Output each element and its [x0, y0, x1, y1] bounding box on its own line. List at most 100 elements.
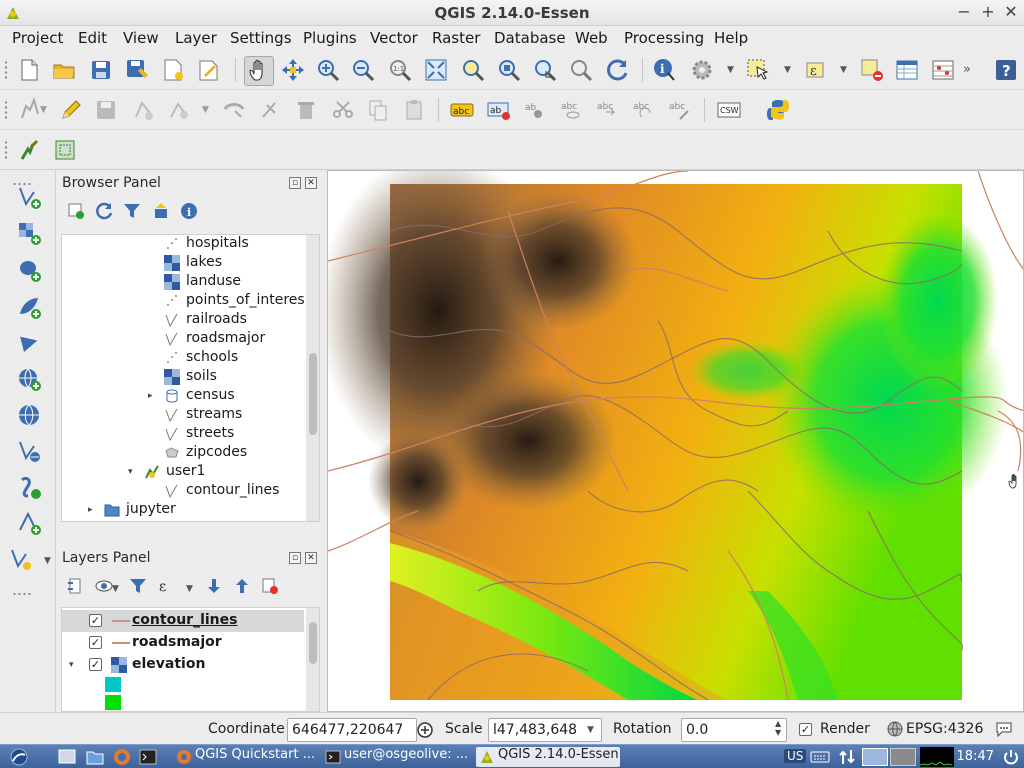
add-raster-layer-icon[interactable]	[16, 220, 42, 246]
layer-row-elevation[interactable]: ▾ ✓ elevation	[62, 654, 304, 676]
more-tools-chevron-icon[interactable]: »	[963, 62, 971, 77]
add-wms-layer-icon[interactable]	[16, 366, 42, 392]
filter-icon[interactable]	[122, 201, 142, 221]
expand-all-icon[interactable]	[204, 576, 224, 596]
pan-to-selection-icon[interactable]	[280, 57, 306, 83]
highlight-pinned-labels-icon[interactable]: ab	[486, 97, 512, 123]
expand-arrow-icon[interactable]: ▸	[88, 505, 93, 515]
run-feature-action-icon[interactable]	[689, 57, 715, 83]
zoom-to-selection-icon[interactable]	[460, 57, 486, 83]
menu-database[interactable]: Database	[494, 29, 566, 47]
layer-visibility-checkbox[interactable]: ✓	[89, 658, 102, 671]
menu-vector[interactable]: Vector	[370, 29, 418, 47]
map-canvas[interactable]	[327, 170, 1024, 712]
grass-tools-icon[interactable]	[17, 137, 43, 163]
close-panel-icon[interactable]: ✕	[305, 552, 317, 564]
node-tool-icon[interactable]	[221, 97, 247, 123]
chevron-down-icon[interactable]: ▼	[202, 105, 209, 115]
copy-features-icon[interactable]	[365, 97, 391, 123]
add-selected-layers-icon[interactable]	[66, 201, 86, 221]
chevron-down-icon[interactable]: ▼	[44, 556, 51, 566]
style-manager-icon[interactable]	[66, 576, 86, 596]
close-button[interactable]: ✕	[1002, 2, 1020, 22]
zoom-native-resolution-icon[interactable]: 1:1	[387, 57, 413, 83]
filter-legend-icon[interactable]	[128, 576, 148, 596]
layer-labeling-options-icon[interactable]: abc	[449, 97, 475, 123]
info-icon[interactable]: i	[179, 201, 199, 221]
select-by-expression-icon[interactable]: ε	[803, 57, 829, 83]
chevron-down-icon[interactable]: ▼	[112, 584, 119, 594]
rotate-label-icon[interactable]: abc	[630, 97, 656, 123]
projection-globe-icon[interactable]	[887, 721, 903, 737]
zoom-full-icon[interactable]	[423, 57, 449, 83]
move-label-icon[interactable]: abc	[594, 97, 620, 123]
menu-edit[interactable]: Edit	[78, 29, 107, 47]
new-project-icon[interactable]	[16, 57, 42, 83]
toolbar-grip[interactable]	[12, 592, 32, 596]
toggle-extents-icon[interactable]	[416, 721, 434, 739]
maximize-button[interactable]: +	[979, 2, 997, 22]
show-desktop-icon[interactable]	[58, 748, 76, 766]
taskbar-item-qgis-quickstart[interactable]: QGIS Quickstart ...	[173, 747, 317, 767]
add-spatialite-layer-icon[interactable]	[16, 294, 42, 320]
horizontal-scrollbar[interactable]	[62, 521, 306, 522]
collapse-all-icon[interactable]	[151, 201, 171, 221]
add-vector-layer-icon[interactable]	[16, 184, 42, 210]
scrollbar-thumb[interactable]	[309, 622, 317, 664]
crs-label[interactable]: EPSG:4326	[906, 721, 983, 737]
layer-row-roadsmajor[interactable]: ✓ roadsmajor	[62, 632, 304, 654]
terminal-icon[interactable]	[139, 748, 157, 766]
workspace-2-icon[interactable]	[890, 748, 916, 766]
expand-arrow-icon[interactable]: ▸	[148, 391, 153, 401]
new-layer-icon[interactable]	[8, 546, 34, 572]
firefox-icon[interactable]	[112, 747, 132, 767]
grass-region-icon[interactable]	[52, 137, 78, 163]
show-hide-labels-icon[interactable]: abc	[558, 97, 584, 123]
deselect-all-icon[interactable]	[859, 57, 885, 83]
close-panel-icon[interactable]: ✕	[305, 177, 317, 189]
power-icon[interactable]	[1002, 748, 1020, 766]
undock-icon[interactable]: ▫	[289, 552, 301, 564]
chevron-down-icon[interactable]: ▼	[840, 65, 847, 75]
menu-project[interactable]: Project	[12, 29, 63, 47]
start-menu-icon[interactable]	[8, 747, 30, 767]
menu-plugins[interactable]: Plugins	[303, 29, 357, 47]
pin-labels-icon[interactable]: ab	[522, 97, 548, 123]
spin-arrows-icon[interactable]: ▲ ▼	[775, 719, 781, 737]
render-checkbox[interactable]: ✓	[799, 723, 812, 736]
new-print-composer-icon[interactable]	[160, 57, 186, 83]
change-label-icon[interactable]: abc	[666, 97, 692, 123]
taskbar-item-terminal[interactable]: user@osgeolive: ...	[322, 747, 470, 767]
chevron-down-icon[interactable]: ▼	[727, 65, 734, 75]
scale-combobox[interactable]: l47,483,648	[488, 718, 602, 742]
save-project-icon[interactable]	[88, 57, 114, 83]
vertical-scrollbar[interactable]	[306, 608, 319, 711]
file-manager-icon[interactable]	[86, 748, 104, 766]
workspace-1-icon[interactable]	[862, 748, 888, 766]
move-feature-icon[interactable]	[166, 97, 192, 123]
menu-processing[interactable]: Processing	[624, 29, 704, 47]
paste-features-icon[interactable]	[401, 97, 427, 123]
composer-manager-icon[interactable]	[196, 57, 222, 83]
layer-visibility-checkbox[interactable]: ✓	[89, 614, 102, 627]
zoom-to-layer-icon[interactable]	[496, 57, 522, 83]
chevron-down-icon[interactable]: ▼	[784, 65, 791, 75]
messages-icon[interactable]	[995, 721, 1013, 738]
zoom-out-icon[interactable]	[350, 57, 376, 83]
keyboard-icon[interactable]	[810, 749, 830, 765]
toolbar-grip[interactable]	[4, 100, 8, 120]
zoom-in-icon[interactable]	[315, 57, 341, 83]
help-icon[interactable]: ?	[993, 57, 1019, 83]
toolbar-grip[interactable]	[4, 140, 8, 160]
menu-raster[interactable]: Raster	[432, 29, 480, 47]
minimize-button[interactable]: −	[955, 2, 973, 22]
refresh-icon[interactable]	[604, 57, 630, 83]
visibility-eye-icon[interactable]	[94, 576, 114, 596]
save-layer-edits-icon[interactable]	[93, 97, 119, 123]
add-delimited-text-layer-icon[interactable]	[16, 474, 42, 500]
remove-layer-icon[interactable]	[260, 576, 280, 596]
add-feature-icon[interactable]	[130, 97, 156, 123]
save-as-icon[interactable]	[124, 57, 150, 83]
collapse-all-icon[interactable]	[232, 576, 252, 596]
field-calculator-icon[interactable]	[930, 57, 956, 83]
